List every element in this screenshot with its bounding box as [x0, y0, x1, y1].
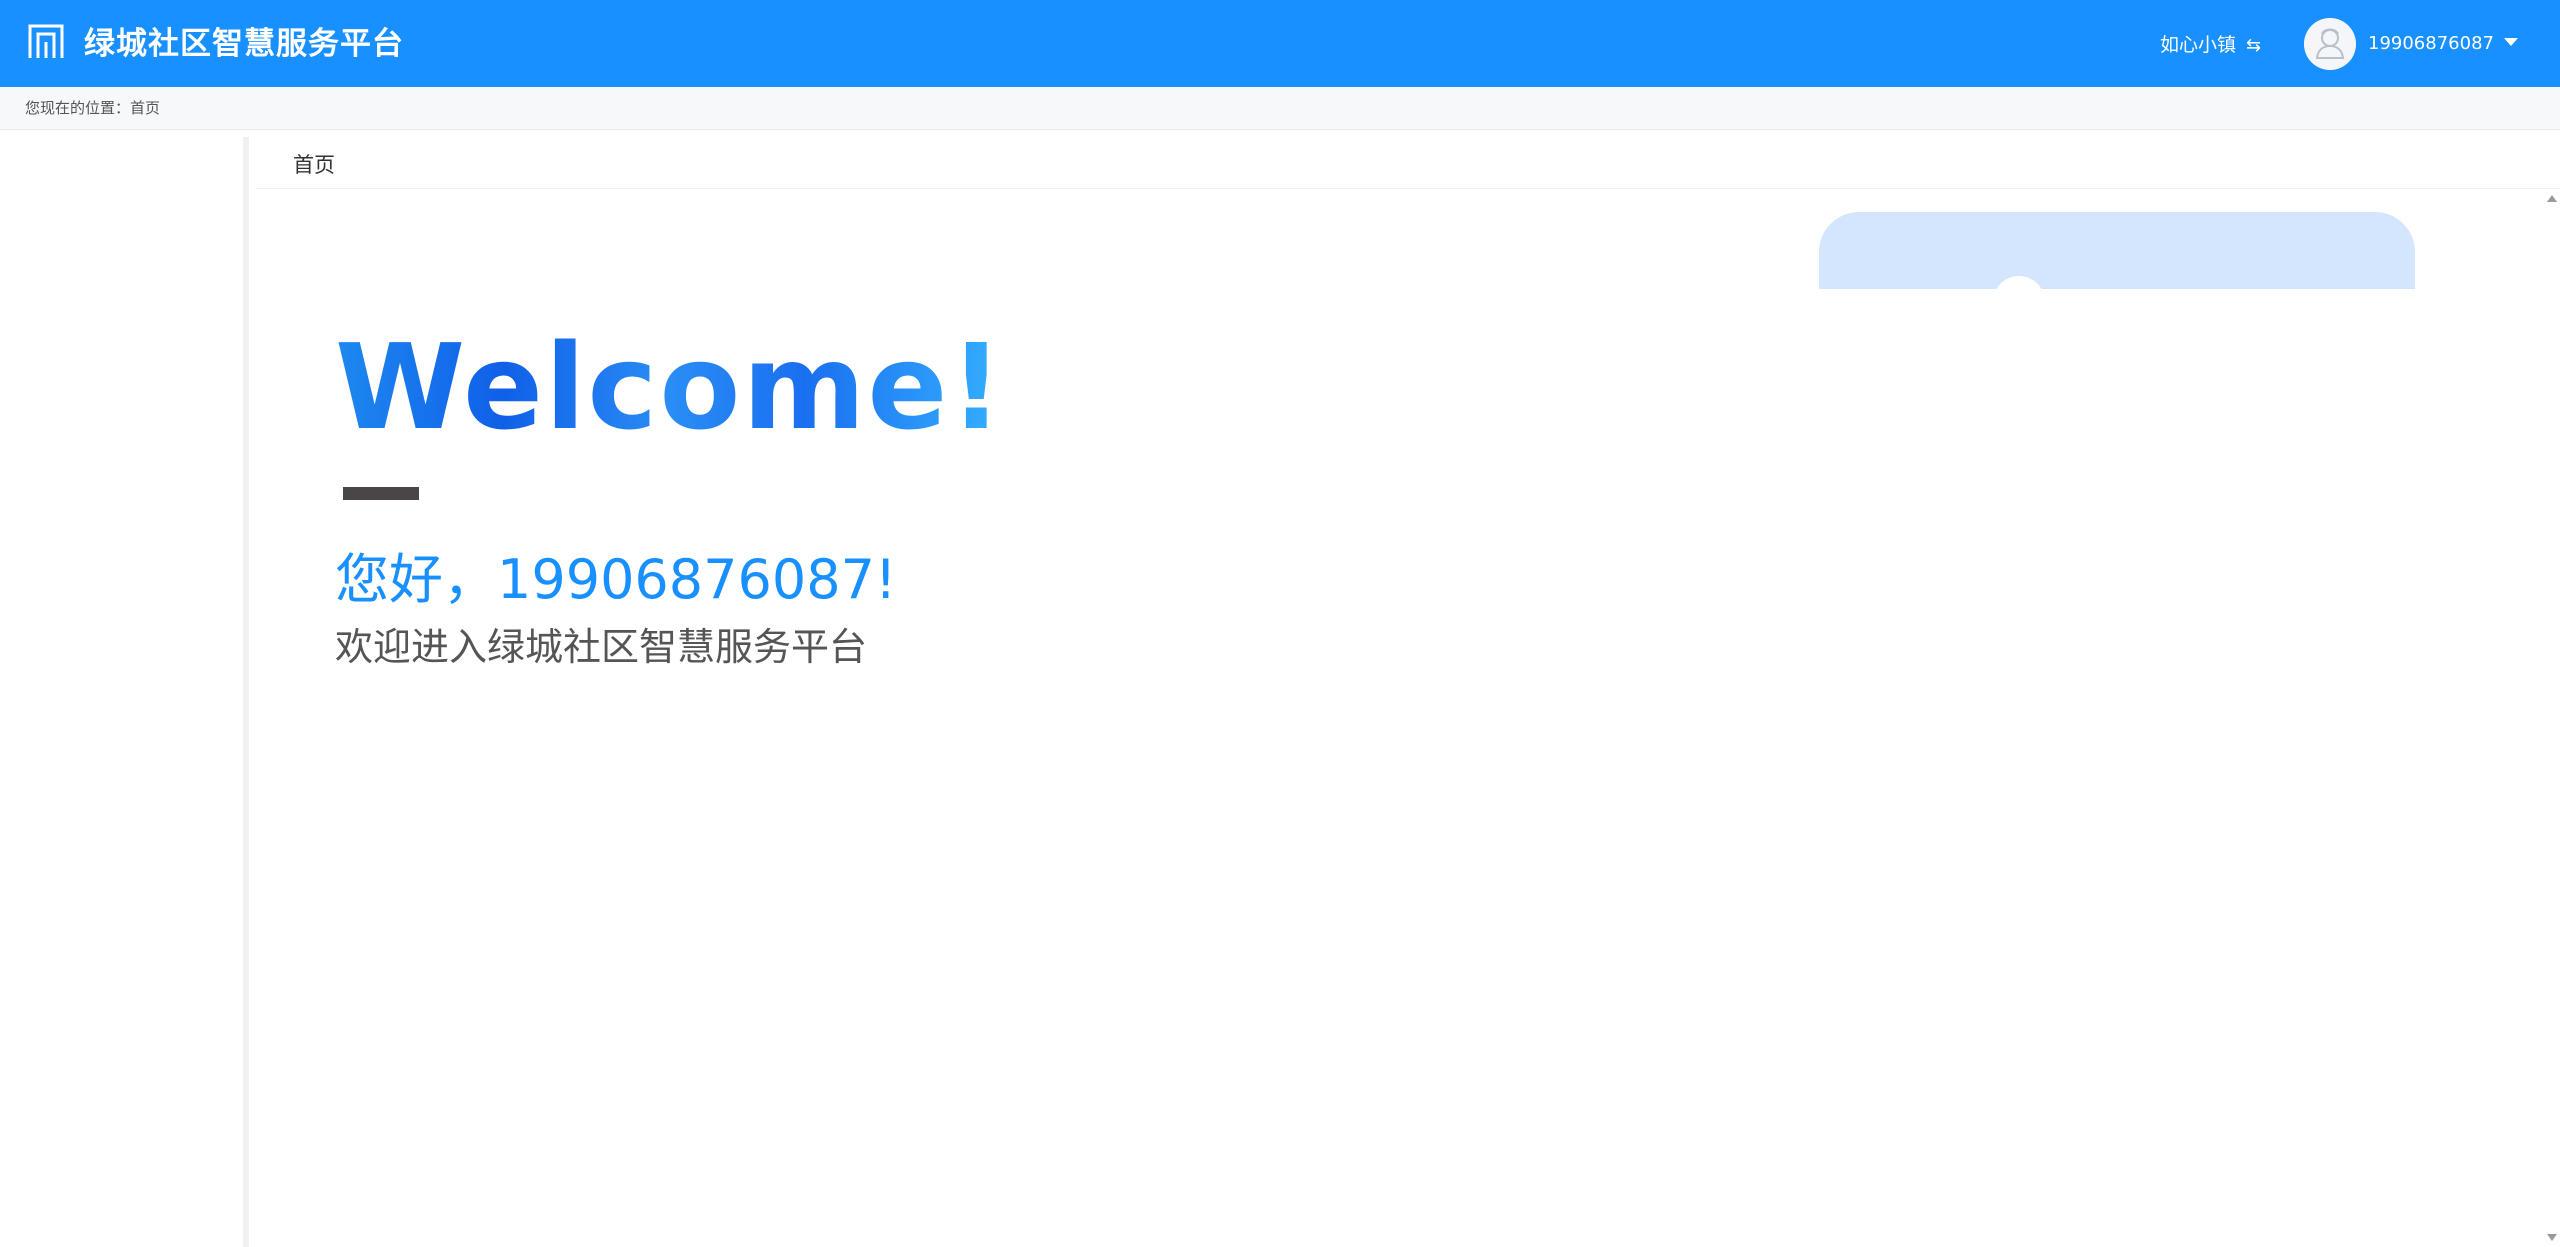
town-name: 如心小镇: [2160, 34, 2237, 56]
breadcrumb: 您现在的位置：首页: [0, 87, 2560, 130]
logo-icon: [28, 24, 64, 58]
breadcrumb-label: 您现在的位置：: [25, 99, 131, 117]
username: 19906876087: [2368, 33, 2494, 54]
welcome-divider: [343, 487, 419, 500]
avatar[interactable]: [2304, 18, 2356, 70]
welcome-illustration: [1819, 212, 2415, 289]
breadcrumb-current[interactable]: 首页: [130, 99, 160, 117]
top-header: 绿城社区智慧服务平台 如心小镇 ⇆ 19906876087: [0, 0, 2560, 87]
app-title: 绿城社区智慧服务平台: [84, 26, 404, 62]
scroll-up-arrow-icon[interactable]: [2547, 195, 2557, 202]
scroll-down-arrow-icon[interactable]: [2547, 1234, 2557, 1241]
greeting-text: 您好，19906876087!: [335, 548, 897, 611]
switch-town-button[interactable]: 如心小镇 ⇆: [2160, 31, 2261, 60]
content-scrollbar[interactable]: [2544, 189, 2560, 1247]
tab-bar: 首页: [255, 137, 2560, 189]
user-menu-dropdown[interactable]: 19906876087: [2368, 30, 2518, 58]
welcome-heading: Welcome!: [335, 318, 1006, 456]
swap-icon: ⇆: [2246, 35, 2262, 56]
illustration-figure-head: [1993, 276, 2045, 289]
caret-down-icon: [2503, 38, 2518, 46]
main-content: 首页 Welcome! 您好，19906876087! 欢迎进入绿城社区智慧服务…: [255, 137, 2560, 1247]
sidebar: [0, 137, 249, 1247]
welcome-subtitle: 欢迎进入绿城社区智慧服务平台: [335, 625, 868, 669]
user-avatar-icon: [2304, 18, 2356, 70]
tab-home[interactable]: 首页: [293, 149, 335, 179]
